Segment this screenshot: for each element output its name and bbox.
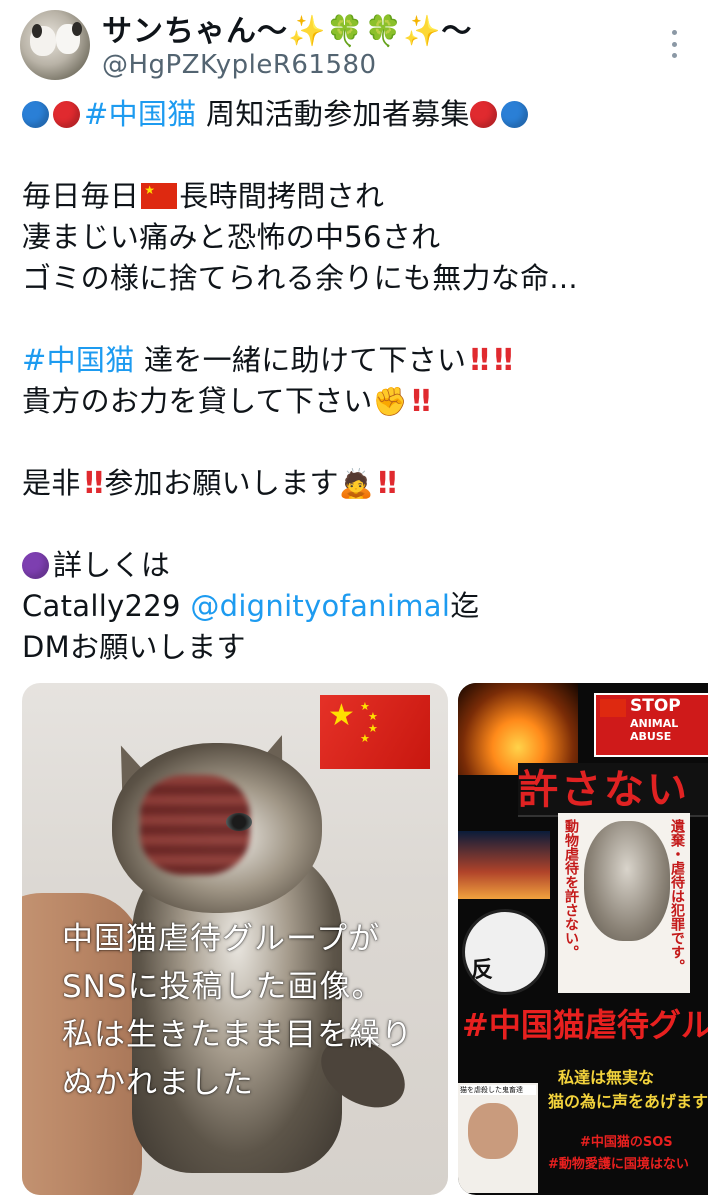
poster-hashtag: #中国猫虐待グル [462,1006,708,1044]
mention-link[interactable]: @dignityofanimal [190,589,450,623]
bowing-person-icon: 🙇 [338,467,374,500]
double-exclamation-icon: ‼ [411,384,431,419]
double-exclamation-icon: ‼ [494,343,513,378]
red-circle-icon [469,101,497,128]
text-line-6: 貴方のお力を貸して下さい✊ ‼ [22,384,431,419]
more-icon [671,30,677,35]
text-line-1: #中国猫 周知活動参加者募集 [22,94,692,135]
tweet-header: サンちゃん〜✨🍀🍀✨〜 @HgPZKypleR61580 [0,0,708,90]
media-photo-2[interactable]: STOP ANIMAL ABUSE 許さない 動物虐待を許さない。 遺棄・虐待は… [458,683,708,1195]
text-line-5: #中国猫 達を一緒に助けて下さい ‼ ‼ [22,343,513,378]
text-line-3: 凄まじい痛みと恐怖の中56され [22,220,441,254]
text-line-2: 毎日毎日長時間拷問され [22,176,692,217]
china-flag-icon: ★ ★ ★ ★ ★ [320,695,430,769]
media-photo-1[interactable]: ★ ★ ★ ★ ★ 中国猫虐待グループが SNSに投稿した画像。 私は生きたまま… [22,683,448,1195]
red-circle-icon [53,101,80,128]
china-flag-icon [141,183,178,209]
text-line-7: 是非 ‼ 参加お願いします🙇 ‼ [22,466,397,501]
photo-caption: 中国猫虐待グループが SNSに投稿した画像。 私は生きたまま目を繰り ぬかれまし… [62,921,414,1101]
poster-thumbnail: 猫を虐殺した鬼畜達 [458,1083,538,1193]
media-gallery: ★ ★ ★ ★ ★ 中国猫虐待グループが SNSに投稿した画像。 私は生きたまま… [22,683,708,1199]
text-line-8: 詳しくは [22,545,692,586]
more-options-button[interactable] [660,28,688,60]
tweet-text: #中国猫 周知活動参加者募集 毎日毎日長時間拷問され 凄まじい痛みと恐怖の中56… [22,94,692,668]
stop-animal-abuse-logo: STOP ANIMAL ABUSE [594,693,708,757]
raised-fist-icon: ✊ [372,385,408,418]
double-exclamation-icon: ‼ [378,466,397,501]
hashtag-link[interactable]: #中国猫 [84,97,197,131]
blue-circle-icon [500,101,528,128]
hashtag-link[interactable]: #中国猫 [22,343,135,377]
double-exclamation-icon: ‼ [470,343,489,378]
text-line-9: Catally229 @dignityofanimal迄 [22,589,480,623]
poster-headline: 許さない [518,763,708,817]
purple-circle-icon [22,552,49,579]
avatar[interactable] [20,10,90,80]
text-line-4: ゴミの様に捨てられる余りにも無力な命... [22,261,578,295]
user-handle[interactable]: @HgPZKypleR61580 [102,50,377,80]
text-line-10: DMお願いします [22,630,246,664]
display-name[interactable]: サンちゃん〜✨🍀🍀✨〜 [102,6,472,50]
double-exclamation-icon: ‼ [84,466,104,501]
han-badge: 反 [462,909,548,995]
blue-circle-icon [22,101,49,128]
